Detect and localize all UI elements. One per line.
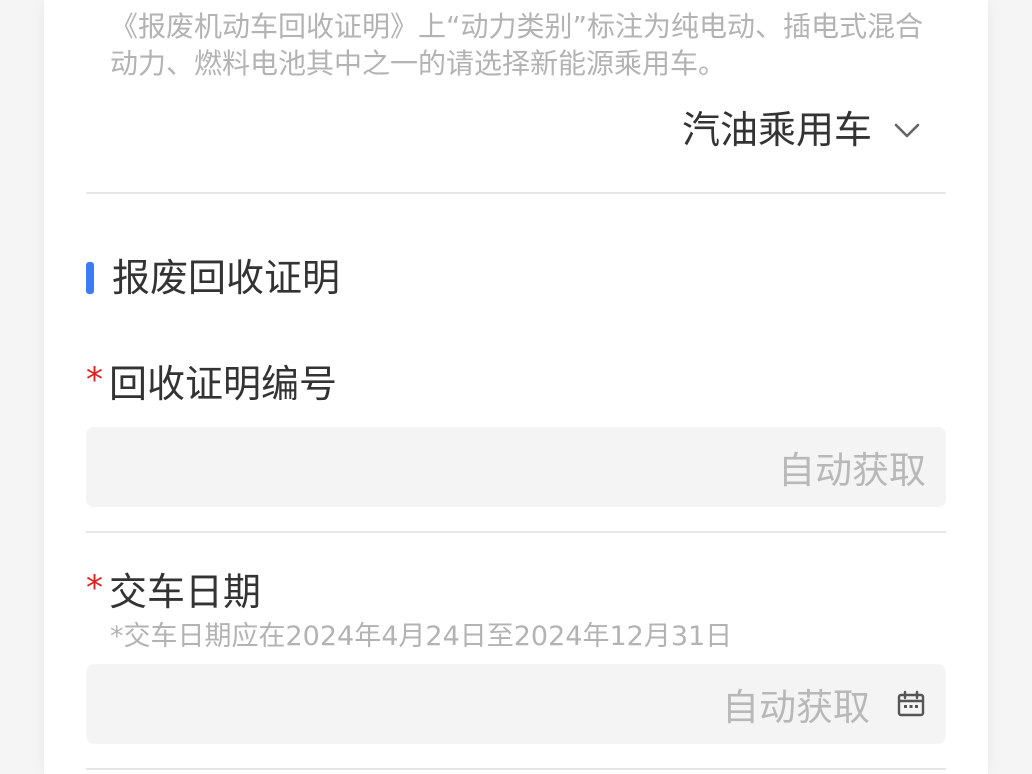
section-title: 报废回收证明 [112,256,341,300]
divider [86,531,946,533]
vehicle-type-select[interactable]: 汽油乘用车 [682,106,922,154]
vehicle-type-hint: 《报废机动车回收证明》上“动力类别”标注为纯电动、插电式混合动力、燃料电池其中之… [110,10,924,80]
chevron-down-icon [892,115,922,145]
delivery-date-placeholder: 自动获取 [722,686,870,729]
certificate-number-field[interactable]: 自动获取 [86,427,946,507]
calendar-icon[interactable] [896,689,926,719]
certificate-number-label-text: 回收证明编号 [109,361,338,406]
certificate-number-placeholder: 自动获取 [778,449,926,492]
delivery-date-hint: *交车日期应在2024年4月24日至2024年12月31日 [110,621,733,652]
delivery-date-field[interactable]: 自动获取 [86,664,946,744]
delivery-date-label-text: 交车日期 [109,569,262,614]
certificate-number-label: * 回收证明编号 [86,357,337,406]
divider [86,192,946,194]
section-accent-bar [86,262,94,294]
delivery-date-label: * 交车日期 [86,565,261,614]
section-header: 报废回收证明 [86,256,340,300]
divider [86,768,946,770]
vehicle-type-value: 汽油乘用车 [681,108,872,152]
required-mark: * [86,360,103,400]
required-mark: * [86,568,103,608]
